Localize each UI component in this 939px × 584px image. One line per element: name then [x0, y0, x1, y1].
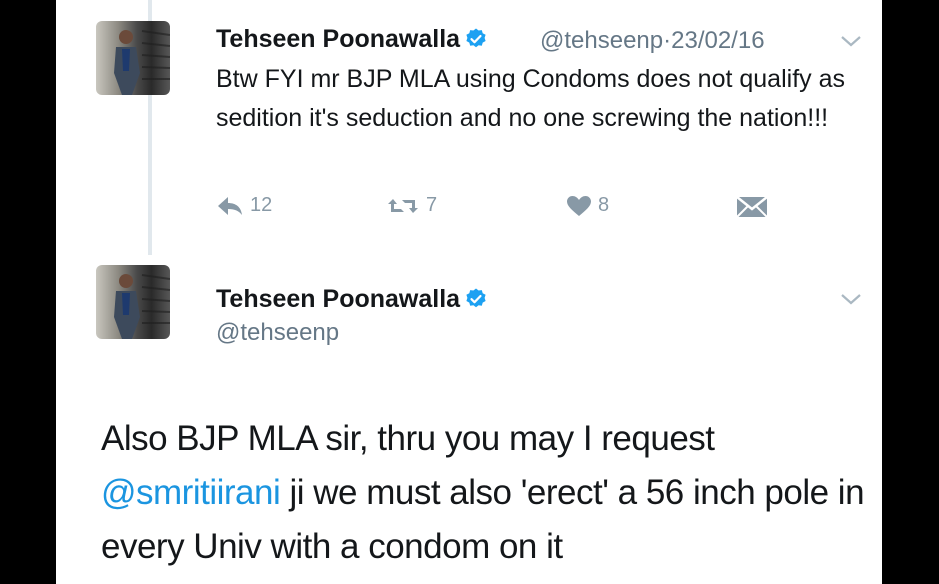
user-handle[interactable]: @tehseenp — [216, 318, 339, 348]
retweet-button[interactable]: 7 — [386, 194, 437, 217]
chevron-down-icon[interactable] — [840, 292, 862, 306]
verified-badge-icon — [466, 288, 486, 308]
heart-icon — [567, 195, 591, 216]
tweet-text: Btw FYI mr BJP MLA using Condoms does no… — [216, 65, 845, 132]
retweet-count: 7 — [426, 194, 438, 216]
verified-badge-icon — [466, 28, 486, 48]
direct-message-button[interactable] — [736, 196, 768, 218]
retweet-icon — [388, 198, 418, 213]
like-count: 8 — [598, 194, 610, 216]
display-name[interactable]: Tehseen Poonawalla — [216, 284, 488, 314]
tweet-thread: Tehseen Poonawalla @tehseenp·23/02/16 Bt… — [56, 0, 882, 584]
reply-count: 12 — [250, 194, 273, 216]
user-handle[interactable]: @tehseenp — [540, 27, 663, 54]
tweet-text: Also BJP MLA sir, thru you may I request… — [101, 419, 865, 566]
separator-dot: · — [663, 27, 672, 54]
reply-button[interactable]: 12 — [216, 194, 272, 217]
chevron-down-icon[interactable] — [840, 34, 862, 48]
reply-icon — [218, 196, 242, 215]
tweet-date[interactable]: 23/02/16 — [671, 27, 764, 54]
avatar[interactable] — [96, 21, 170, 95]
handle-and-date: @tehseenp·23/02/16 — [540, 26, 765, 56]
tweet-actions: 12 7 8 — [56, 194, 882, 224]
display-name[interactable]: Tehseen Poonawalla — [216, 24, 488, 54]
like-button[interactable]: 8 — [566, 194, 609, 217]
avatar[interactable] — [96, 265, 170, 339]
mention-link[interactable]: @smritiirani — [101, 473, 281, 512]
direct-message-icon — [736, 196, 768, 218]
